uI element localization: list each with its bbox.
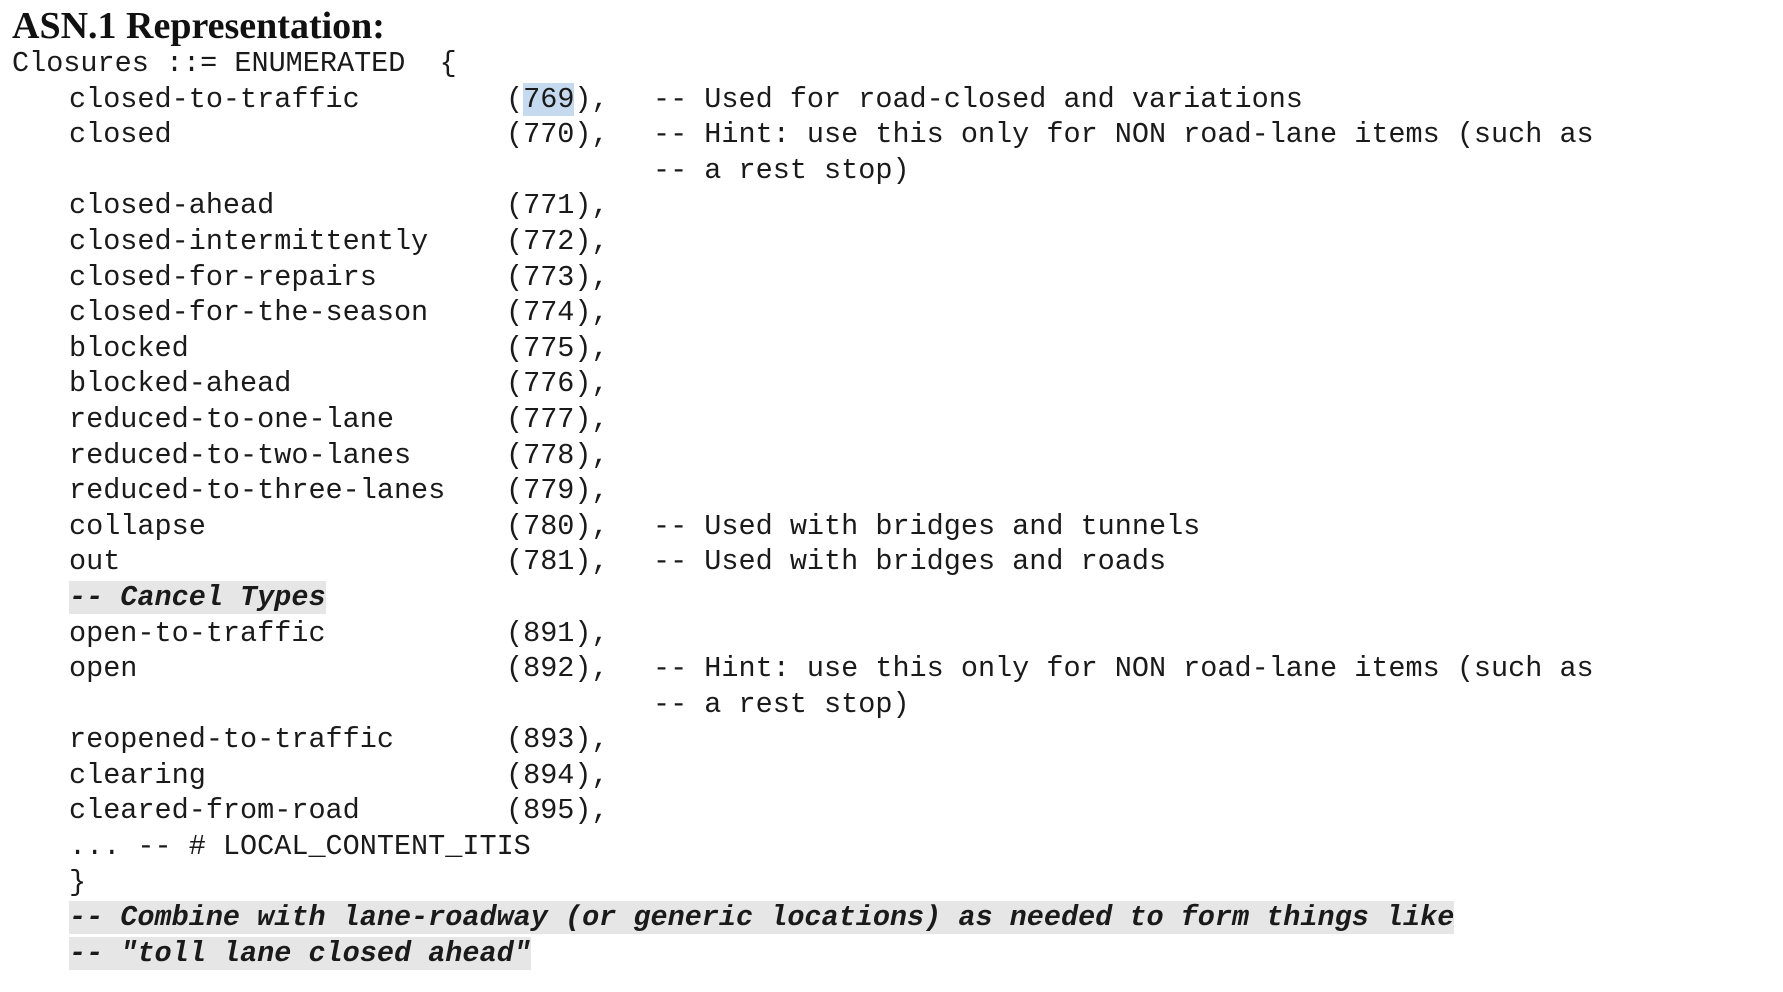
enum-item-code: (891), — [506, 616, 609, 650]
enum-item-comment: -- Hint: use this only for NON road-lane… — [653, 652, 1594, 686]
enum-item-name: closed-for-repairs — [69, 260, 377, 294]
extension-marker-line: ... -- # LOCAL_CONTENT_ITIS — [12, 829, 1594, 865]
enum-item-code: (770), — [506, 118, 609, 152]
assign-operator: ::= — [165, 47, 218, 80]
enum-item-name: collapse — [69, 509, 206, 543]
enum-item-code: (892), — [506, 652, 609, 686]
enum-item: closed-intermittently (772), — [12, 224, 1594, 260]
enum-item-name: reduced-to-one-lane — [69, 402, 394, 436]
enum-item-code: (778), — [506, 438, 609, 472]
enum-item-comment: -- Used with bridges and tunnels — [653, 509, 1201, 543]
enum-item: out (781), -- Used with bridges and roads — [12, 544, 1594, 580]
enum-item-code: (773), — [506, 260, 609, 294]
footer-comment-line: -- "toll lane closed ahead" — [12, 936, 1594, 972]
section-heading: ASN.1 Representation: — [12, 5, 385, 47]
footer-comment: -- Combine with lane-roadway (or generic… — [69, 901, 1455, 935]
enum-item-name: open-to-traffic — [69, 616, 326, 650]
close-brace: } — [69, 865, 87, 899]
cancel-types-comment: -- Cancel Types — [69, 580, 326, 614]
enum-item-code: (895), — [506, 794, 609, 828]
enum-item-name: cleared-from-road — [69, 794, 360, 828]
enum-item: closed-for-repairs (773), — [12, 260, 1594, 296]
enum-item-code: (894), — [506, 758, 609, 792]
enum-item: closed (770), -- Hint: use this only for N… — [12, 117, 1594, 153]
enum-item-comment: -- Used for road-closed and variations — [653, 82, 1303, 116]
enum-item: open (892), -- Hint: use this only for NON… — [12, 651, 1594, 687]
asn1-code-block[interactable]: Closures ::= ENUMERATED { closed-to-traf… — [12, 46, 1594, 971]
cancel-types-comment-line: -- Cancel Types — [12, 580, 1594, 616]
enum-item: blocked (775), — [12, 331, 1594, 367]
enum-item-comment: -- Used with bridges and roads — [653, 545, 1167, 579]
extension-marker: ... -- # LOCAL_CONTENT_ITIS — [69, 830, 531, 864]
enumerated-keyword: ENUMERATED — [234, 47, 406, 80]
enum-item-code: (893), — [506, 723, 609, 757]
enum-item-code: (781), — [506, 545, 609, 579]
enum-item-name: closed — [69, 118, 172, 152]
enum-item-code: (780), — [506, 509, 609, 543]
open-brace: { — [439, 47, 457, 80]
enum-item-name: open — [69, 652, 138, 686]
declaration-line: Closures ::= ENUMERATED { — [12, 46, 1594, 82]
footer-comment: -- "toll lane closed ahead" — [69, 936, 531, 970]
enum-item-code: (775), — [506, 331, 609, 365]
selected-text[interactable]: 769 — [523, 82, 575, 116]
enum-item-name: closed-intermittently — [69, 224, 429, 258]
enum-item: closed-for-the-season (774), — [12, 295, 1594, 331]
enum-item-name: reduced-to-two-lanes — [69, 438, 412, 472]
enum-item-code: (771), — [506, 189, 609, 223]
enum-item-code: (779), — [506, 474, 609, 508]
enum-item: closed-to-traffic (769), -- Used for road-… — [12, 82, 1594, 118]
enum-item-comment: -- Hint: use this only for NON road-lane… — [653, 118, 1594, 152]
enum-item-comment-continuation: -- a rest stop) — [653, 153, 910, 187]
enum-item-comment-continuation: -- a rest stop) — [653, 687, 910, 721]
enum-item: reopened-to-traffic (893), — [12, 722, 1594, 758]
enum-item: reduced-to-three-lanes (779), — [12, 473, 1594, 509]
enum-item-code: (774), — [506, 296, 609, 330]
enum-item-name: blocked — [69, 331, 189, 365]
enum-item: blocked-ahead (776), — [12, 366, 1594, 402]
enum-item: clearing (894), — [12, 758, 1594, 794]
enum-item: reduced-to-one-lane (777), — [12, 402, 1594, 438]
enum-item: reduced-to-two-lanes (778), — [12, 438, 1594, 474]
enum-item-name: out — [69, 545, 121, 579]
enum-item: open-to-traffic (891), — [12, 616, 1594, 652]
enum-item: closed-ahead (771), — [12, 188, 1594, 224]
enum-item-name: closed-ahead — [69, 189, 275, 223]
enum-item-code: (772), — [506, 224, 609, 258]
enum-item: collapse (780), -- Used with bridges and t… — [12, 509, 1594, 545]
document-page: ASN.1 Representation: Closures ::= ENUME… — [0, 0, 1783, 992]
enum-item-name: closed-to-traffic — [69, 82, 360, 116]
close-brace-line: } — [12, 865, 1594, 901]
enum-item-code: (776), — [506, 367, 609, 401]
enum-item-name: clearing — [69, 758, 206, 792]
enum-item-name: reduced-to-three-lanes — [69, 474, 446, 508]
enum-item-name: closed-for-the-season — [69, 296, 429, 330]
footer-comment-line: -- Combine with lane-roadway (or generic… — [12, 900, 1594, 936]
enum-item-code: (777), — [506, 402, 609, 436]
enum-item: cleared-from-road (895), — [12, 793, 1594, 829]
enum-item-name: reopened-to-traffic — [69, 723, 394, 757]
enum-item-code: (769), — [506, 82, 609, 116]
type-name: Closures — [12, 47, 149, 80]
enum-item-name: blocked-ahead — [69, 367, 292, 401]
